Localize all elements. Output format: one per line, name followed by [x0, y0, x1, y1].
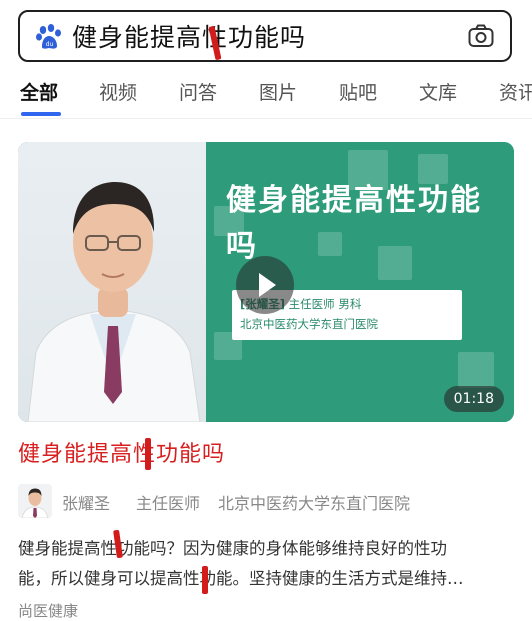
video-thumbnail[interactable]: 健身能提高性功能吗 [张耀圣] 主任医师 男科 北京中医药大学东直门医院 01:…: [18, 142, 514, 422]
author-name[interactable]: 张耀圣: [62, 490, 110, 514]
tab-wenku[interactable]: 文库: [419, 78, 457, 105]
hospital-name: 北京中医药大学东直门医院: [240, 317, 378, 331]
red-pen-mark: [145, 438, 151, 470]
search-bar[interactable]: du 健身能提高性功能吗: [18, 10, 512, 62]
tab-news[interactable]: 资讯: [499, 78, 532, 105]
play-icon[interactable]: [236, 256, 294, 314]
author-title: 主任医师: [136, 494, 201, 513]
result-title-link[interactable]: 健身能提高性功能吗: [18, 436, 225, 468]
tab-qa[interactable]: 问答: [179, 78, 217, 105]
tab-images[interactable]: 图片: [259, 78, 297, 105]
tab-all[interactable]: 全部: [20, 78, 58, 105]
doctor-photo: [18, 142, 208, 422]
baidu-paw-icon[interactable]: du: [34, 21, 64, 51]
svg-text:du: du: [46, 41, 54, 48]
avatar[interactable]: [18, 484, 52, 518]
search-input[interactable]: 健身能提高性功能吗: [72, 18, 306, 54]
tab-tieba[interactable]: 贴吧: [339, 78, 377, 105]
snippet-line: 能，所以健身可以提高性功能。坚持健康的生活方式是维持…: [18, 569, 464, 588]
snippet-line: 健身能提高性功能吗？因为健康的身体能够维持良好的性功: [18, 539, 447, 558]
tab-video[interactable]: 视频: [99, 78, 137, 105]
red-pen-mark: [202, 566, 208, 594]
divider: [0, 118, 532, 119]
result-snippet: 健身能提高性功能吗？因为健康的身体能够维持良好的性功 能，所以健身可以提高性功能…: [18, 534, 514, 594]
doctor-role: 主任医师 男科: [288, 297, 362, 311]
video-duration: 01:18: [443, 386, 504, 412]
active-tab-indicator: [21, 112, 61, 116]
author-hospital: 北京中医药大学东直门医院: [218, 494, 411, 513]
camera-icon[interactable]: [468, 24, 494, 48]
search-tabs: 全部 视频 问答 图片 贴吧 文库 资讯: [0, 70, 532, 118]
author-row: 张耀圣 主任医师 北京中医药大学东直门医院: [18, 484, 518, 518]
decorative-square: [458, 352, 494, 388]
result-source[interactable]: 尚医健康: [18, 600, 78, 621]
